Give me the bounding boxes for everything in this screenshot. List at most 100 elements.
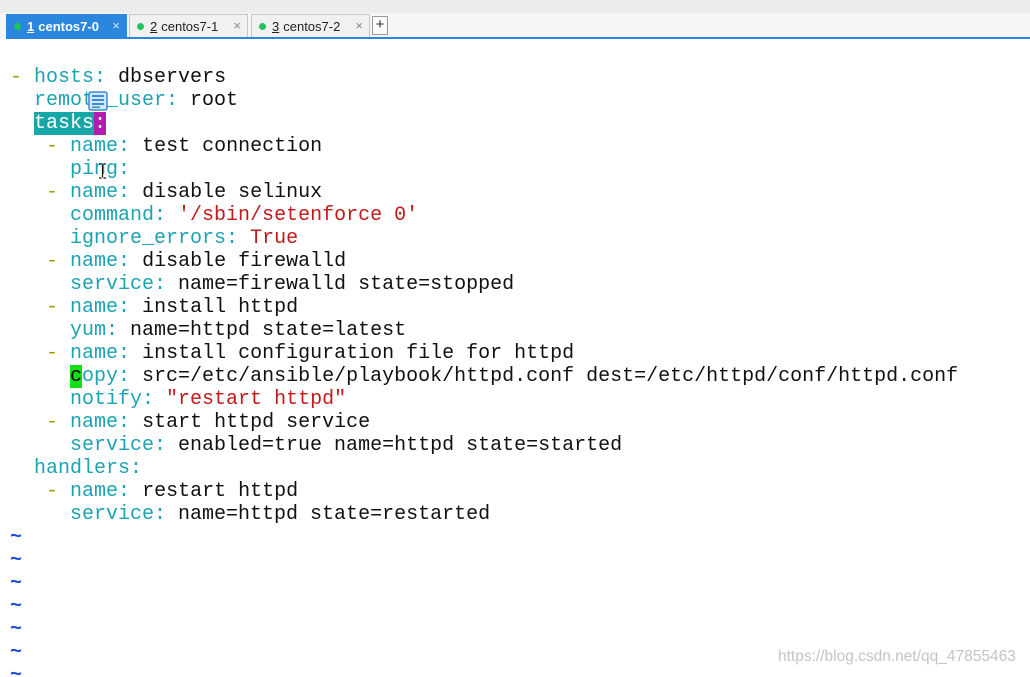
code-text: install httpd xyxy=(130,296,299,319)
code-text: install configuration file for httpd xyxy=(130,342,575,365)
empty-line-tilde: ~ xyxy=(10,549,23,572)
yaml-key: hosts: xyxy=(34,66,107,89)
code-line: ping: xyxy=(10,158,958,181)
code-text: root xyxy=(178,89,239,112)
code-text: name=httpd state=latest xyxy=(118,319,407,342)
yaml-dash: - xyxy=(46,296,59,319)
code-line: ~ xyxy=(10,526,958,549)
empty-line-tilde: ~ xyxy=(10,572,23,595)
text-cursor: c xyxy=(70,365,83,388)
tab-label: centos7-0 xyxy=(38,18,99,34)
code-line: command: '/sbin/setenforce 0' xyxy=(10,204,958,227)
code-line: - name: install configuration file for h… xyxy=(10,342,958,365)
tab-close-button[interactable]: × xyxy=(233,18,241,33)
tab-centos7-1[interactable]: 2 centos7-1 × xyxy=(129,14,248,37)
terminal-editor[interactable]: - hosts: dbservers remote_user: root tas… xyxy=(0,39,1030,677)
yaml-key: yum: xyxy=(70,319,119,342)
tab-number: 1 xyxy=(27,18,35,34)
connection-status-icon xyxy=(259,22,266,30)
code-line: ~ xyxy=(10,549,958,572)
yaml-string: "restart httpd" xyxy=(166,388,347,411)
tab-centos7-2[interactable]: 3 centos7-2 × xyxy=(251,14,370,37)
code-text: start httpd service xyxy=(130,411,371,434)
yaml-key: name: xyxy=(70,250,131,273)
code-line: service: enabled=true name=httpd state=s… xyxy=(10,434,958,457)
yaml-key: name: xyxy=(70,135,131,158)
yaml-dash: - xyxy=(46,181,59,204)
connection-status-icon xyxy=(137,22,144,30)
i-beam-cursor-icon xyxy=(98,163,107,179)
code-line: notify: "restart httpd" xyxy=(10,388,958,411)
yaml-key: handlers: xyxy=(34,457,143,480)
yaml-dash: - xyxy=(10,66,23,89)
code-line: - name: restart httpd xyxy=(10,480,958,503)
match-highlight: : xyxy=(94,112,107,135)
code-line: service: name=httpd state=restarted xyxy=(10,503,958,526)
code-line: - name: start httpd service xyxy=(10,411,958,434)
yaml-dash: - xyxy=(46,250,59,273)
tab-close-button[interactable]: × xyxy=(355,18,363,33)
yaml-dash: - xyxy=(46,135,59,158)
tab-close-button[interactable]: × xyxy=(112,18,120,33)
new-tab-button[interactable]: + xyxy=(372,16,388,35)
yaml-key: name: xyxy=(70,480,131,503)
yaml-dash: - xyxy=(46,411,59,434)
empty-line-tilde: ~ xyxy=(10,618,23,641)
yaml-key: notify: xyxy=(70,388,155,411)
code-line: - hosts: dbservers xyxy=(10,66,958,89)
tab-label: centos7-1 xyxy=(161,18,219,34)
code-line: - name: test connection xyxy=(10,135,958,158)
yaml-key: command: xyxy=(70,204,167,227)
code-line: - name: disable firewalld xyxy=(10,250,958,273)
notes-icon xyxy=(88,91,108,111)
code-text: name=httpd state=restarted xyxy=(166,503,491,526)
code-line: ~ xyxy=(10,618,958,641)
yaml-string: '/sbin/setenforce 0' xyxy=(178,204,419,227)
yaml-key: service: xyxy=(70,434,167,457)
code-text: disable firewalld xyxy=(130,250,347,273)
yaml-key: service: xyxy=(70,503,167,526)
vim-buffer: - hosts: dbservers remote_user: root tas… xyxy=(10,66,958,677)
code-text: restart httpd xyxy=(130,480,299,503)
code-line: ~ xyxy=(10,572,958,595)
yaml-key: opy: xyxy=(82,365,131,388)
yaml-key: service: xyxy=(70,273,167,296)
code-line: copy: src=/etc/ansible/playbook/httpd.co… xyxy=(10,365,958,388)
empty-line-tilde: ~ xyxy=(10,526,23,549)
watermark-url: https://blog.csdn.net/qq_47855463 xyxy=(778,648,1016,665)
tab-number: 2 xyxy=(150,18,158,34)
yaml-key: name: xyxy=(70,342,131,365)
yaml-key: name: xyxy=(70,296,131,319)
code-line: tasks: xyxy=(10,112,958,135)
empty-line-tilde: ~ xyxy=(10,595,23,618)
connection-status-icon xyxy=(14,22,21,30)
tab-centos7-0[interactable]: 1 centos7-0 × xyxy=(6,14,127,37)
code-line: - name: install httpd xyxy=(10,296,958,319)
